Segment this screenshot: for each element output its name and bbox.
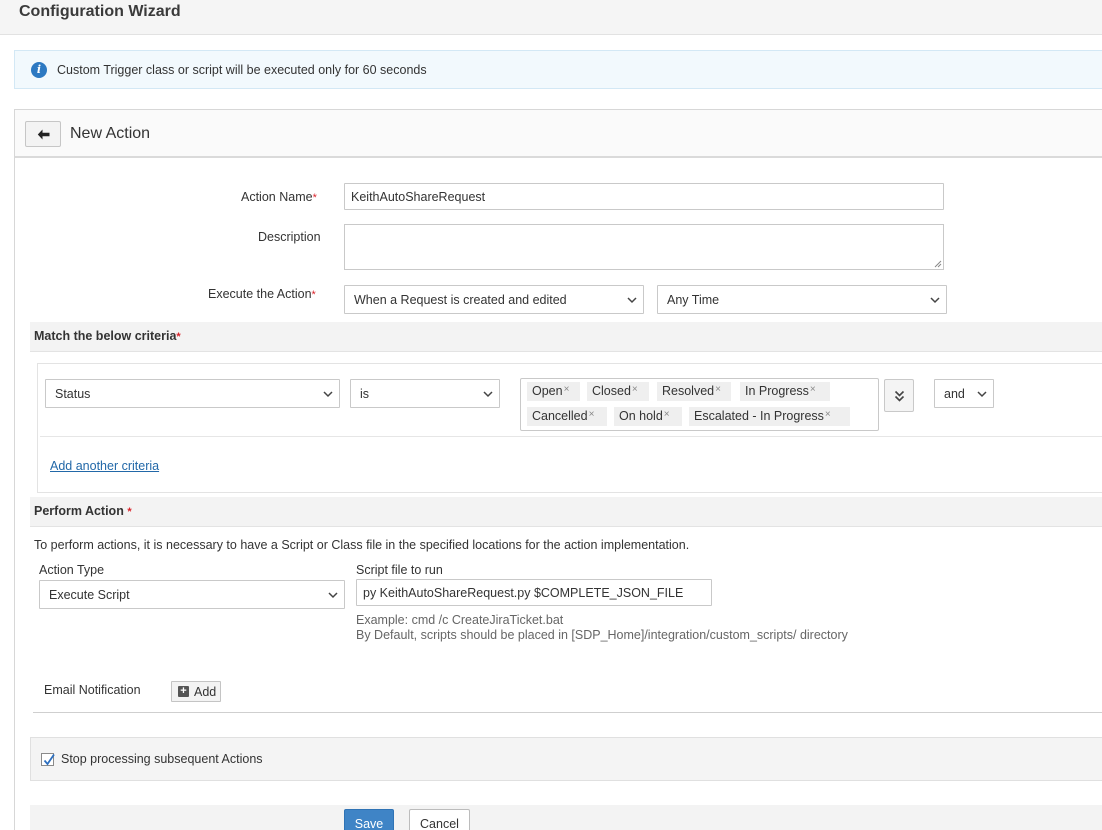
chevron-down-icon [627, 297, 637, 304]
save-button[interactable]: Save [344, 809, 394, 830]
cancel-button[interactable]: Cancel [409, 809, 470, 830]
required-mark: * [127, 506, 132, 518]
email-notification-label: Email Notification [44, 683, 141, 697]
value-tag-cancelled: Cancelled× [527, 407, 607, 426]
add-criteria-link[interactable]: Add another criteria [50, 459, 159, 473]
execute-action-label: Execute the Action* [208, 287, 316, 301]
arrow-left-icon [37, 129, 50, 140]
value-tag-on-hold: On hold× [614, 407, 682, 426]
value-tag-open: Open× [527, 382, 580, 401]
description-label: Description [258, 230, 321, 244]
stop-processing-label: Stop processing subsequent Actions [61, 752, 263, 766]
action-type-value: Execute Script [49, 588, 130, 602]
chevron-down-icon [930, 297, 940, 304]
criteria-section-header: Match the below criteria* [30, 322, 1102, 352]
execute-time-select[interactable]: Any Time [657, 285, 947, 314]
script-example-hint: Example: cmd /c CreateJiraTicket.bat [356, 613, 564, 627]
plus-icon: + [178, 686, 189, 697]
expand-values-button[interactable] [884, 379, 914, 412]
top-bar: Configuration Wizard [0, 0, 1102, 35]
criteria-field-value: Status [55, 387, 91, 401]
stop-processing-checkbox[interactable] [41, 753, 55, 766]
script-location-hint: By Default, scripts should be placed in … [356, 628, 848, 642]
footer-bar [30, 805, 1102, 830]
remove-tag-icon[interactable]: × [632, 384, 638, 395]
remove-tag-icon[interactable]: × [564, 384, 570, 395]
execute-when-value: When a Request is created and edited [354, 293, 567, 307]
chevron-down-icon [483, 391, 493, 398]
remove-tag-icon[interactable]: × [589, 409, 595, 420]
panel-title: New Action [70, 125, 151, 142]
divider [33, 712, 1102, 713]
script-file-input[interactable]: py KeithAutoShareRequest.py $COMPLETE_JS… [356, 579, 712, 606]
chevron-down-icon [323, 391, 333, 398]
execute-when-select[interactable]: When a Request is created and edited [344, 285, 644, 314]
info-banner: i Custom Trigger class or script will be… [14, 50, 1102, 89]
criteria-divider [40, 436, 1102, 437]
checkmark-icon [43, 753, 55, 766]
back-button[interactable] [25, 121, 61, 147]
info-icon: i [31, 62, 47, 78]
remove-tag-icon[interactable]: × [810, 384, 816, 395]
info-message: Custom Trigger class or script will be e… [57, 63, 427, 77]
perform-description: To perform actions, it is necessary to h… [34, 538, 690, 552]
script-file-label: Script file to run [356, 563, 443, 577]
value-tag-resolved: Resolved× [657, 382, 731, 401]
criteria-field-select[interactable]: Status [45, 379, 340, 408]
chevron-down-icon [328, 592, 338, 599]
action-name-input[interactable]: KeithAutoShareRequest [344, 183, 944, 210]
criteria-operator-value: is [360, 387, 370, 401]
value-tag-in-progress: In Progress× [740, 382, 830, 401]
criteria-values-box[interactable]: Open× Closed× Resolved× In Progress× Can… [520, 378, 879, 431]
add-button-label: Add [194, 685, 217, 699]
remove-tag-icon[interactable]: × [825, 409, 831, 420]
criteria-heading: Match the below criteria* [34, 329, 181, 343]
criteria-operator-select[interactable]: is [350, 379, 500, 408]
remove-tag-icon[interactable]: × [664, 409, 670, 420]
resize-handle-icon[interactable] [934, 260, 942, 268]
action-type-label: Action Type [39, 563, 105, 577]
page-title: Configuration Wizard [19, 3, 181, 20]
criteria-conjunction-select[interactable]: and [934, 379, 994, 408]
criteria-conjunction-value: and [944, 387, 965, 401]
action-type-select[interactable]: Execute Script [39, 580, 345, 609]
remove-tag-icon[interactable]: × [715, 384, 721, 395]
add-email-notification-button[interactable]: + Add [171, 681, 221, 702]
value-tag-closed: Closed× [587, 382, 649, 401]
double-chevron-down-icon [894, 390, 905, 402]
panel-header [15, 110, 1102, 158]
required-mark: * [311, 289, 316, 301]
action-name-label: Action Name* [241, 190, 317, 204]
execute-time-value: Any Time [667, 293, 720, 307]
perform-section-header: Perform Action * [30, 497, 1102, 527]
perform-heading: Perform Action * [34, 504, 132, 518]
description-textarea[interactable] [344, 224, 944, 270]
required-mark: * [312, 192, 317, 204]
required-mark: * [176, 331, 181, 343]
chevron-down-icon [977, 391, 987, 398]
value-tag-escalated-in-progress: Escalated - In Progress× [689, 407, 850, 426]
